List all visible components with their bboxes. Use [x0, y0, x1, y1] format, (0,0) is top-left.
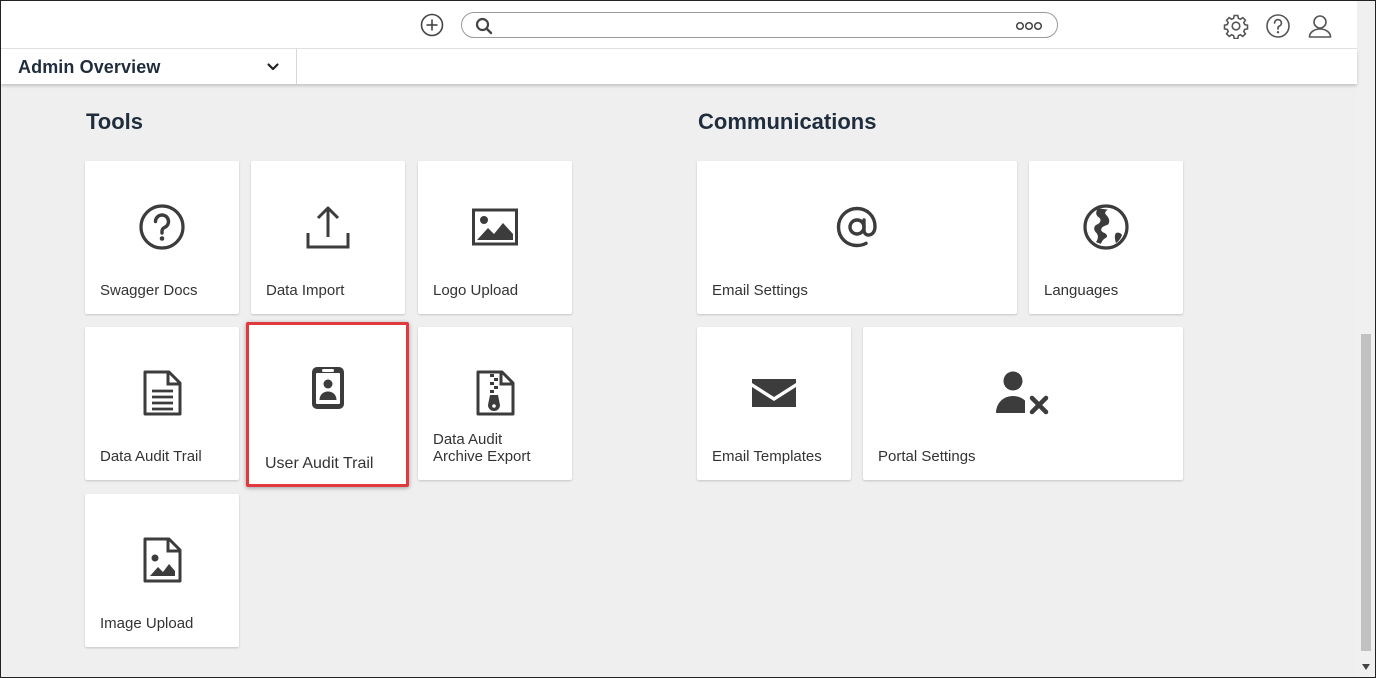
tile-label: Email Templates	[712, 448, 822, 465]
sub-bar: Admin Overview	[1, 49, 1357, 84]
image-file-icon	[143, 537, 182, 583]
tile-label: Languages	[1044, 282, 1119, 299]
vertical-scrollbar[interactable]	[1357, 1, 1375, 677]
tile-label: User Audit Trail	[265, 455, 374, 472]
search-input[interactable]	[502, 16, 1006, 36]
tile-image-upload[interactable]: Image Upload	[85, 494, 239, 647]
tile-label: Logo Upload	[433, 282, 519, 299]
tile-portal-settings[interactable]: Portal Settings	[863, 327, 1183, 480]
admin-overview-dropdown[interactable]: Admin Overview	[1, 49, 297, 84]
question-circle-icon	[139, 204, 185, 250]
globe-icon	[1083, 204, 1129, 250]
document-icon	[143, 370, 182, 416]
tile-logo-upload[interactable]: Logo Upload	[418, 161, 572, 314]
tile-label: Email Settings	[712, 282, 808, 299]
scrollbar-thumb[interactable]	[1361, 334, 1371, 651]
scroll-down-arrow-icon[interactable]	[1361, 663, 1371, 671]
tile-email-templates[interactable]: Email Templates	[697, 327, 851, 480]
tile-label: Data Import	[266, 282, 345, 299]
tile-label: Data Audit Trail	[100, 448, 202, 465]
envelope-icon	[752, 379, 796, 407]
gear-icon[interactable]	[1223, 13, 1249, 39]
user-icon[interactable]	[1307, 13, 1333, 39]
user-remove-icon	[996, 371, 1049, 415]
plus-circle-icon[interactable]	[420, 13, 444, 37]
tile-label-line2: Archive Export	[433, 448, 531, 465]
at-sign-icon	[836, 206, 877, 248]
chevron-down-icon	[267, 63, 279, 71]
zip-file-icon	[476, 370, 515, 416]
tile-data-audit-archive-export[interactable]: Data Audit Archive Export	[418, 327, 572, 480]
upload-icon	[306, 206, 350, 249]
tile-data-import[interactable]: Data Import	[251, 161, 405, 314]
tile-label: Portal Settings	[878, 448, 976, 465]
tile-languages[interactable]: Languages	[1029, 161, 1183, 314]
tile-swagger-docs[interactable]: Swagger Docs	[85, 161, 239, 314]
image-icon	[472, 208, 518, 246]
tile-label: Image Upload	[100, 615, 194, 632]
top-bar	[1, 1, 1357, 49]
tile-email-settings[interactable]: Email Settings	[697, 161, 1017, 314]
id-badge-icon	[311, 367, 344, 409]
tile-data-audit-trail[interactable]: Data Audit Trail	[85, 327, 239, 480]
communications-heading: Communications	[698, 109, 877, 134]
more-options-icon[interactable]	[1015, 21, 1043, 31]
tile-label-line1: Data Audit	[433, 431, 503, 448]
tools-heading: Tools	[86, 109, 144, 134]
tile-label: Data Audit Archive Export	[433, 431, 562, 465]
tile-label: Swagger Docs	[100, 282, 198, 299]
search-bar[interactable]	[461, 12, 1058, 38]
search-icon[interactable]	[475, 17, 493, 35]
help-icon[interactable]	[1265, 13, 1291, 39]
dropdown-label: Admin Overview	[18, 57, 161, 77]
tile-user-audit-trail[interactable]: User Audit Trail	[246, 322, 409, 487]
